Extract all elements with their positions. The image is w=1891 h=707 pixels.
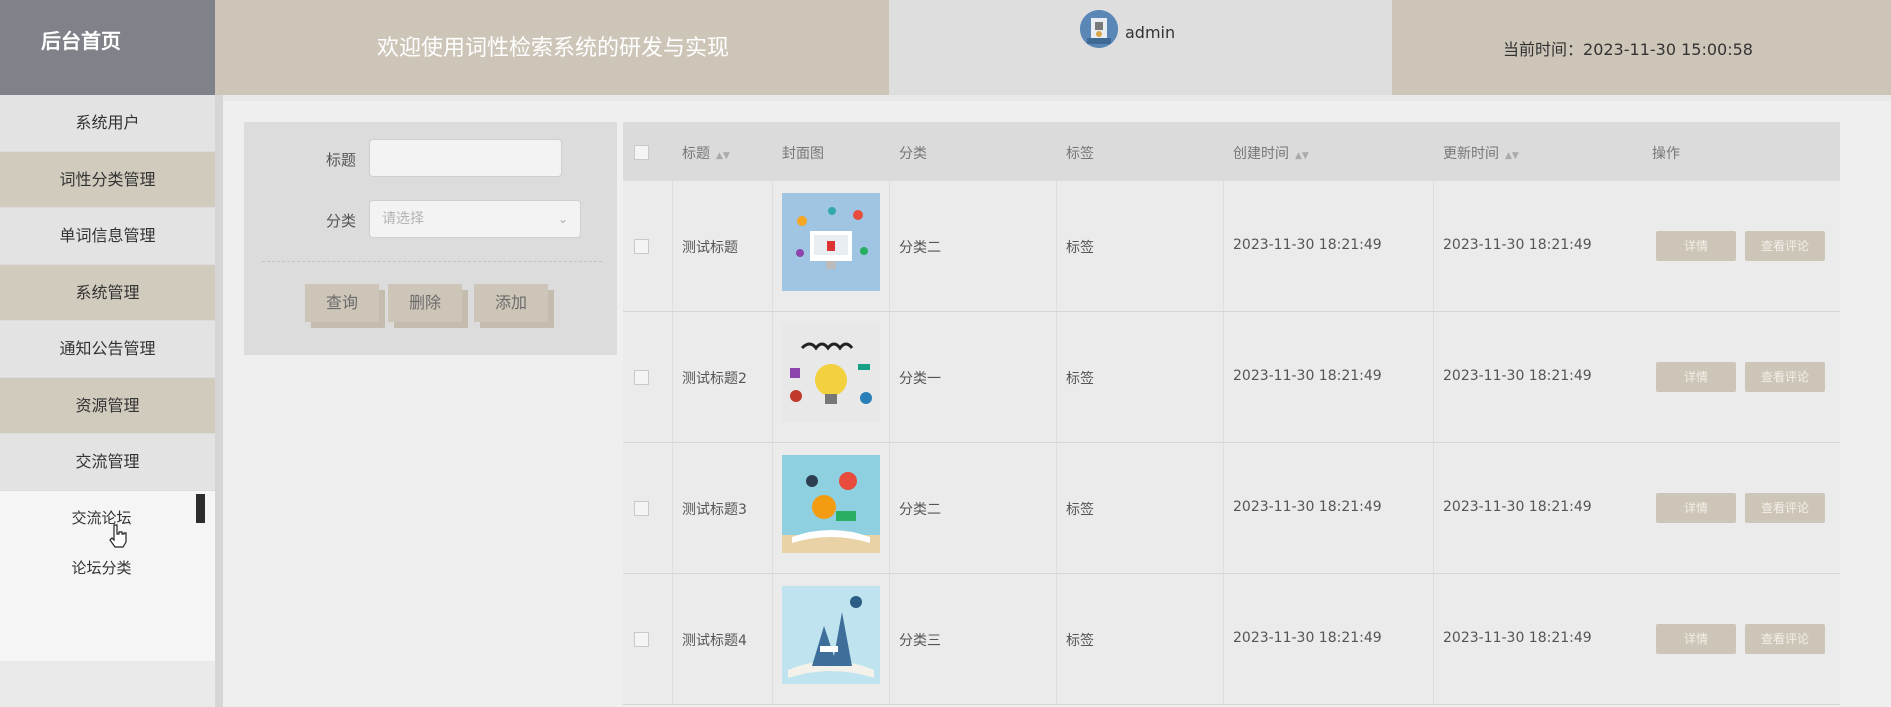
row-title: 测试标题2 (682, 371, 747, 387)
sidebar-item-system-management[interactable]: 系统管理 (0, 264, 215, 321)
sidebar-item-notice-management[interactable]: 通知公告管理 (0, 321, 215, 378)
header-actions: 操作 (1652, 146, 1680, 162)
avatar[interactable] (1080, 10, 1118, 48)
sort-icon: ▲▼ (716, 151, 730, 161)
user-area: admin (889, 0, 1392, 95)
view-comments-button[interactable]: 查看评论 (1745, 362, 1825, 392)
select-all-checkbox[interactable] (634, 145, 649, 160)
row-title: 测试标题 (682, 240, 738, 256)
sidebar-submenu: 交流论坛 论坛分类 (0, 490, 215, 661)
sidebar-item-resource-management[interactable]: 资源管理 (0, 377, 215, 434)
sort-icon: ▲▼ (1505, 151, 1519, 161)
sidebar-item-word-info[interactable]: 单词信息管理 (0, 208, 215, 265)
table-row: 测试标题2 分类一 标签 2023-11-30 18:21:49 2023-11… (623, 312, 1840, 443)
sidebar-subitem-forum[interactable]: 交流论坛 (0, 507, 203, 528)
header-category: 分类 (899, 146, 927, 162)
chevron-down-icon: ⌄ (557, 212, 568, 226)
header-cover: 封面图 (782, 146, 824, 162)
row-updated: 2023-11-30 18:21:49 (1443, 630, 1592, 646)
table-row: 测试标题4 分类三 标签 2023-11-30 18:21:49 2023-11… (623, 574, 1840, 705)
table-row: 测试标题3 分类二 标签 2023-11-30 18:21:49 2023-11… (623, 443, 1840, 574)
detail-button[interactable]: 详情 (1656, 231, 1736, 261)
row-checkbox[interactable] (634, 370, 649, 385)
detail-button[interactable]: 详情 (1656, 362, 1736, 392)
row-checkbox[interactable] (634, 239, 649, 254)
delete-button[interactable]: 删除 (388, 284, 462, 322)
title-input[interactable] (369, 139, 562, 177)
query-button[interactable]: 查询 (305, 284, 379, 322)
sidebar-scrollbar[interactable] (215, 95, 223, 707)
cover-image[interactable] (782, 455, 880, 553)
user-avatar-icon (1080, 10, 1118, 48)
current-time: 当前时间：2023-11-30 15:00:58 (1392, 0, 1891, 95)
row-category: 分类二 (899, 240, 941, 256)
time-value: 2023-11-30 15:00:58 (1583, 40, 1753, 59)
row-tag: 标签 (1066, 240, 1094, 256)
brand-home-link[interactable]: 后台首页 (0, 0, 215, 95)
row-title: 测试标题3 (682, 502, 747, 518)
cover-image[interactable] (782, 324, 880, 422)
header-title[interactable]: 标题 ▲▼ (682, 143, 730, 163)
row-created: 2023-11-30 18:21:49 (1233, 237, 1382, 253)
row-checkbox[interactable] (634, 632, 649, 647)
sidebar-scroll-thumb[interactable] (196, 494, 205, 523)
detail-button[interactable]: 详情 (1656, 493, 1736, 523)
row-updated: 2023-11-30 18:21:49 (1443, 237, 1592, 253)
view-comments-button[interactable]: 查看评论 (1745, 624, 1825, 654)
cover-image[interactable] (782, 193, 880, 291)
row-tag: 标签 (1066, 371, 1094, 387)
row-updated: 2023-11-30 18:21:49 (1443, 499, 1592, 515)
category-placeholder: 请选择 (382, 211, 424, 227)
row-title: 测试标题4 (682, 633, 747, 649)
sort-icon: ▲▼ (1295, 151, 1309, 161)
row-created: 2023-11-30 18:21:49 (1233, 368, 1382, 384)
category-field-label: 分类 (326, 212, 357, 230)
row-updated: 2023-11-30 18:21:49 (1443, 368, 1592, 384)
category-select[interactable]: 请选择 ⌄ (369, 200, 581, 238)
row-category: 分类二 (899, 502, 941, 518)
top-header: 后台首页 欢迎使用词性检索系统的研发与实现 admin 当前时间：2023-11… (0, 0, 1891, 95)
header-tag: 标签 (1066, 146, 1094, 162)
row-tag: 标签 (1066, 502, 1094, 518)
row-category: 分类三 (899, 633, 941, 649)
time-label: 当前时间： (1503, 40, 1584, 59)
table-row: 测试标题 分类二 标签 2023-11-30 18:21:49 2023-11-… (623, 181, 1840, 312)
detail-button[interactable]: 详情 (1656, 624, 1736, 654)
row-created: 2023-11-30 18:21:49 (1233, 499, 1382, 515)
view-comments-button[interactable]: 查看评论 (1745, 493, 1825, 523)
hand-cursor-icon (109, 524, 127, 548)
row-tag: 标签 (1066, 633, 1094, 649)
title-field-label: 标题 (326, 151, 357, 169)
add-button[interactable]: 添加 (474, 284, 548, 322)
cover-image[interactable] (782, 586, 880, 684)
sidebar-item-system-users[interactable]: 系统用户 (0, 95, 215, 152)
table-header: 标题 ▲▼ 封面图 分类 标签 创建时间 ▲▼ 更新时间 ▲▼ 操作 (623, 122, 1840, 181)
view-comments-button[interactable]: 查看评论 (1745, 231, 1825, 261)
row-checkbox[interactable] (634, 501, 649, 516)
system-title: 欢迎使用词性检索系统的研发与实现 (215, 0, 889, 95)
row-category: 分类一 (899, 371, 941, 387)
sidebar-item-pos-category[interactable]: 词性分类管理 (0, 151, 215, 208)
header-updated[interactable]: 更新时间 ▲▼ (1443, 143, 1519, 163)
sidebar-item-communication[interactable]: 交流管理 (0, 434, 215, 491)
row-created: 2023-11-30 18:21:49 (1233, 630, 1382, 646)
sidebar: 系统用户 词性分类管理 单词信息管理 系统管理 通知公告管理 资源管理 交流管理… (0, 95, 215, 707)
sidebar-subitem-forum-category[interactable]: 论坛分类 (0, 557, 203, 578)
username[interactable]: admin (1125, 23, 1175, 42)
search-divider (262, 261, 602, 262)
header-created[interactable]: 创建时间 ▲▼ (1233, 143, 1309, 163)
